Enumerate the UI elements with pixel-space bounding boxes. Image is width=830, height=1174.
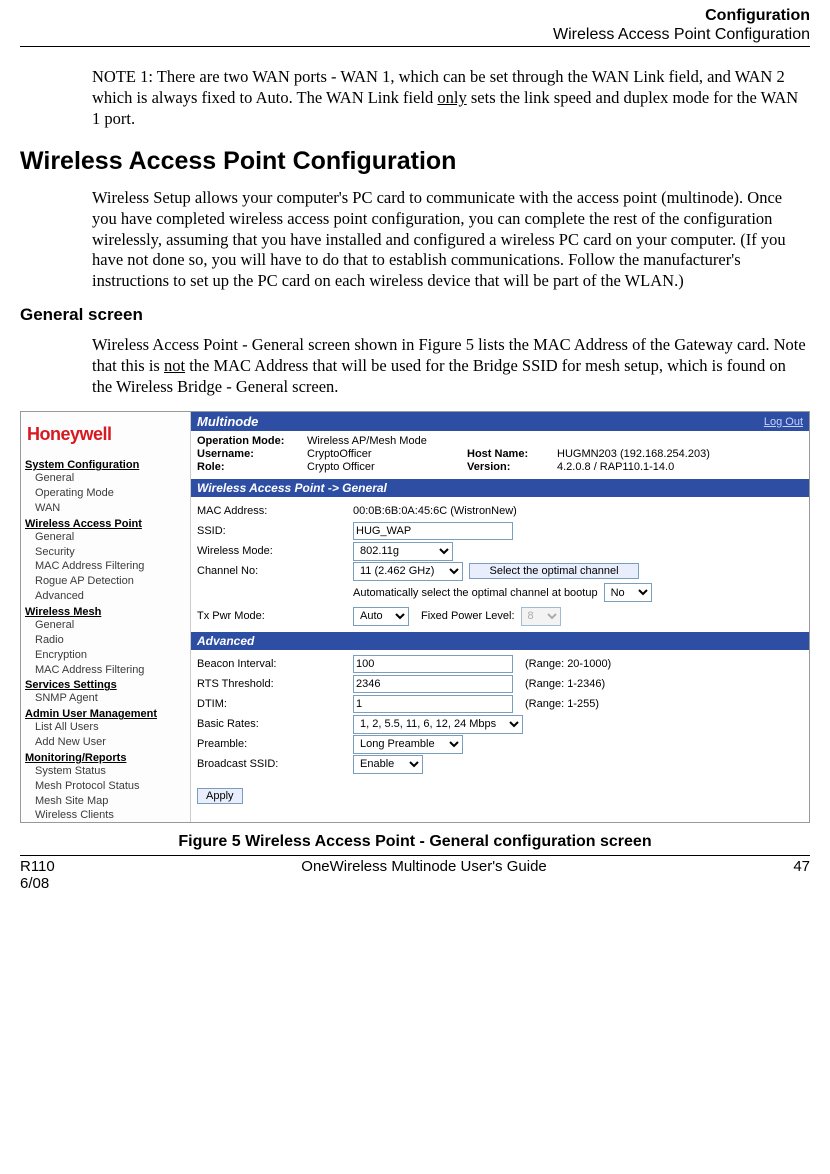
- section-bar-advanced: Advanced: [191, 632, 809, 650]
- note-1-underline: only: [437, 88, 466, 107]
- hostname-value: HUGMN203 (192.168.254.203): [557, 448, 803, 460]
- nav-item[interactable]: General: [25, 471, 186, 486]
- subsection-heading: General screen: [20, 305, 810, 325]
- nav-head-system[interactable]: System Configuration: [25, 459, 186, 471]
- title-bar: Multinode Log Out: [191, 412, 809, 431]
- username-value: CryptoOfficer: [307, 448, 467, 460]
- nav-item[interactable]: Add New User: [25, 735, 186, 750]
- opmode-label: Operation Mode:: [197, 435, 307, 447]
- basic-rates-label: Basic Rates:: [197, 718, 347, 730]
- config-screenshot: Honeywell System Configuration General O…: [20, 411, 810, 823]
- role-label: Role:: [197, 461, 307, 473]
- honeywell-logo: Honeywell: [27, 424, 186, 445]
- hostname-label: Host Name:: [467, 448, 557, 460]
- general-paragraph: Wireless Access Point - General screen s…: [92, 335, 810, 397]
- username-label: Username:: [197, 448, 307, 460]
- beacon-range: (Range: 20-1000): [525, 658, 611, 670]
- logout-link[interactable]: Log Out: [764, 416, 803, 428]
- dtim-label: DTIM:: [197, 698, 347, 710]
- role-value: Crypto Officer: [307, 461, 467, 473]
- version-value: 4.2.0.8 / RAP110.1-14.0: [557, 461, 803, 473]
- info-grid: Operation Mode: Wireless AP/Mesh Mode Us…: [191, 431, 809, 477]
- broadcast-ssid-label: Broadcast SSID:: [197, 758, 347, 770]
- footer-date: 6/08: [20, 875, 49, 892]
- auto-channel-note-row: Automatically select the optimal channel…: [197, 583, 803, 602]
- nav-head-services[interactable]: Services Settings: [25, 679, 186, 691]
- intro-paragraph: Wireless Setup allows your computer's PC…: [92, 188, 810, 291]
- nav-item[interactable]: Radio: [25, 633, 186, 648]
- nav-item[interactable]: Rogue AP Detection: [25, 574, 186, 589]
- auto-channel-note: Automatically select the optimal channel…: [353, 587, 598, 599]
- footer-rev: R110: [20, 858, 55, 875]
- nav-item[interactable]: MAC Address Filtering: [25, 559, 186, 574]
- select-optimal-channel-button[interactable]: Select the optimal channel: [469, 563, 639, 579]
- fixed-power-label: Fixed Power Level:: [421, 610, 515, 622]
- rts-input[interactable]: [353, 675, 513, 693]
- basic-rates-select[interactable]: 1, 2, 5.5, 11, 6, 12, 24 Mbps: [353, 715, 523, 734]
- dtim-range: (Range: 1-255): [525, 698, 599, 710]
- nav-item[interactable]: System Status: [25, 764, 186, 779]
- channel-label: Channel No:: [197, 565, 347, 577]
- broadcast-ssid-select[interactable]: Enable: [353, 755, 423, 774]
- beacon-input[interactable]: [353, 655, 513, 673]
- nav-item[interactable]: MAC Address Filtering: [25, 663, 186, 678]
- nav-item[interactable]: Operating Mode: [25, 486, 186, 501]
- nav-item[interactable]: Mesh Protocol Status: [25, 779, 186, 794]
- ssid-label: SSID:: [197, 525, 347, 537]
- page-footer: R110 6/08 OneWireless Multinode User's G…: [20, 858, 810, 892]
- header-line-2: Wireless Access Point Configuration: [20, 25, 810, 44]
- main-panel: Multinode Log Out Operation Mode: Wirele…: [191, 412, 809, 822]
- preamble-select[interactable]: Long Preamble: [353, 735, 463, 754]
- advanced-form: Beacon Interval: (Range: 20-1000) RTS Th…: [191, 650, 809, 778]
- txpwr-label: Tx Pwr Mode:: [197, 610, 347, 622]
- nav-item[interactable]: Wireless Clients: [25, 808, 186, 823]
- para2-underline: not: [164, 356, 185, 375]
- figure-caption: Figure 5 Wireless Access Point - General…: [20, 833, 810, 851]
- fixed-power-select: 8: [521, 607, 561, 626]
- para2-post: the MAC Address that will be used for th…: [92, 356, 786, 396]
- nav-head-mesh[interactable]: Wireless Mesh: [25, 606, 186, 618]
- section-bar-general: Wireless Access Point -> General: [191, 479, 809, 497]
- title-bar-text: Multinode: [197, 414, 258, 429]
- header-line-1: Configuration: [20, 6, 810, 25]
- opmode-value: Wireless AP/Mesh Mode: [307, 435, 467, 447]
- nav-item[interactable]: WAN: [25, 501, 186, 516]
- nav-head-admin[interactable]: Admin User Management: [25, 708, 186, 720]
- nav-item[interactable]: Security: [25, 545, 186, 560]
- nav-item[interactable]: General: [25, 530, 186, 545]
- footer-page: 47: [793, 858, 810, 892]
- txpwr-select[interactable]: Auto: [353, 607, 409, 626]
- nav-item[interactable]: Advanced: [25, 589, 186, 604]
- beacon-label: Beacon Interval:: [197, 658, 347, 670]
- auto-channel-select[interactable]: No: [604, 583, 652, 602]
- mac-value: 00:0B:6B:0A:45:6C (WistronNew): [353, 505, 517, 517]
- nav-item[interactable]: Encryption: [25, 648, 186, 663]
- sidebar: Honeywell System Configuration General O…: [21, 412, 191, 822]
- nav-item[interactable]: SNMP Agent: [25, 691, 186, 706]
- note-1: NOTE 1: There are two WAN ports - WAN 1,…: [92, 67, 810, 129]
- nav-head-monitoring[interactable]: Monitoring/Reports: [25, 752, 186, 764]
- page-header: Configuration Wireless Access Point Conf…: [20, 0, 810, 44]
- rts-range: (Range: 1-2346): [525, 678, 605, 690]
- nav-item[interactable]: General: [25, 618, 186, 633]
- dtim-input[interactable]: [353, 695, 513, 713]
- wireless-mode-select[interactable]: 802.11g: [353, 542, 453, 561]
- nav-head-wap[interactable]: Wireless Access Point: [25, 518, 186, 530]
- footer-title: OneWireless Multinode User's Guide: [55, 858, 794, 892]
- rts-label: RTS Threshold:: [197, 678, 347, 690]
- footer-rule: [20, 855, 810, 856]
- channel-select[interactable]: 11 (2.462 GHz): [353, 562, 463, 581]
- nav-item[interactable]: List All Users: [25, 720, 186, 735]
- general-form: MAC Address: 00:0B:6B:0A:45:6C (WistronN…: [191, 497, 809, 630]
- mac-label: MAC Address:: [197, 505, 347, 517]
- preamble-label: Preamble:: [197, 738, 347, 750]
- section-heading: Wireless Access Point Configuration: [20, 147, 810, 176]
- header-rule: [20, 46, 810, 47]
- nav-item[interactable]: Mesh Site Map: [25, 794, 186, 809]
- apply-button[interactable]: Apply: [197, 788, 243, 804]
- wmode-label: Wireless Mode:: [197, 545, 347, 557]
- version-label: Version:: [467, 461, 557, 473]
- ssid-input[interactable]: [353, 522, 513, 540]
